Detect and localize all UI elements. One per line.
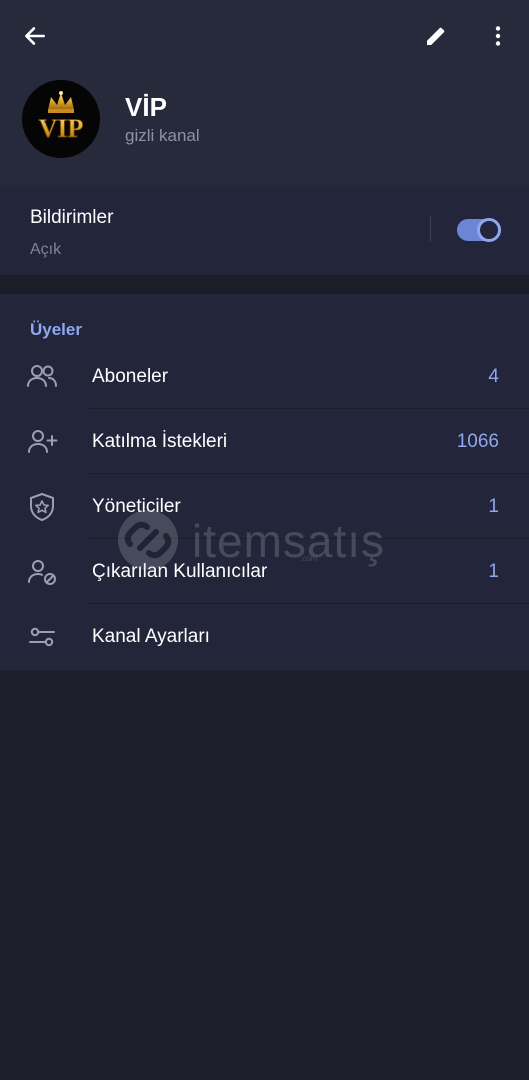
row-admins[interactable]: Yöneticiler 1 bbox=[0, 474, 529, 539]
more-vertical-icon bbox=[495, 26, 501, 46]
row-subscribers[interactable]: Aboneler 4 bbox=[0, 344, 529, 409]
channel-subtitle: gizli kanal bbox=[125, 126, 200, 145]
crown-logo-icon: VIP bbox=[38, 91, 84, 143]
section-gap bbox=[0, 275, 529, 294]
channel-header: VIP VİP gizli kanal bbox=[0, 0, 529, 185]
row-count: 1066 bbox=[456, 431, 499, 452]
row-join-requests[interactable]: Katılma İstekleri 1066 bbox=[0, 409, 529, 474]
more-button[interactable] bbox=[478, 16, 518, 56]
arrow-left-icon bbox=[25, 27, 45, 45]
row-count: 1 bbox=[488, 561, 499, 582]
back-button[interactable] bbox=[15, 16, 55, 56]
row-label: Katılma İstekleri bbox=[92, 431, 228, 452]
user-plus-icon bbox=[28, 430, 58, 453]
channel-title: VİP bbox=[125, 92, 167, 122]
notifications-title: Bildirimler bbox=[30, 207, 114, 228]
users-icon bbox=[27, 365, 57, 387]
edit-button[interactable] bbox=[416, 16, 456, 56]
row-label: Çıkarılan Kullanıcılar bbox=[92, 561, 268, 582]
row-channel-settings[interactable]: Kanal Ayarları bbox=[0, 604, 529, 669]
notifications-toggle[interactable] bbox=[457, 218, 501, 242]
user-blocked-icon bbox=[28, 560, 56, 585]
row-label: Kanal Ayarları bbox=[92, 626, 210, 647]
members-section-title: Üyeler bbox=[30, 320, 82, 339]
toggle-knob bbox=[477, 218, 501, 242]
row-label: Aboneler bbox=[92, 366, 169, 387]
row-label: Yöneticiler bbox=[92, 496, 181, 517]
divider bbox=[430, 216, 431, 242]
shield-star-icon bbox=[30, 493, 54, 521]
row-count: 4 bbox=[488, 366, 499, 387]
members-section: Üyeler Aboneler 4 Katılma İstekleri 1066… bbox=[0, 294, 529, 670]
row-count: 1 bbox=[488, 496, 499, 517]
row-removed-users[interactable]: Çıkarılan Kullanıcılar 1 bbox=[0, 539, 529, 604]
channel-avatar[interactable]: VIP bbox=[22, 80, 100, 158]
pencil-icon bbox=[427, 27, 445, 45]
notifications-status: Açık bbox=[30, 241, 62, 258]
notifications-row[interactable]: Bildirimler Açık bbox=[0, 185, 529, 275]
avatar-text: VIP bbox=[39, 114, 84, 143]
sliders-icon bbox=[29, 627, 55, 647]
